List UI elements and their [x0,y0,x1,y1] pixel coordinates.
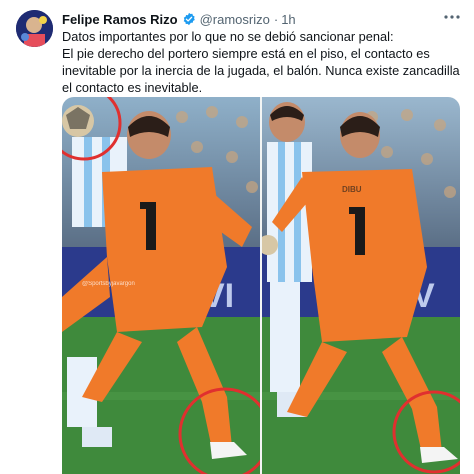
svg-text:DIBU: DIBU [342,185,362,194]
tweet-timestamp[interactable]: 1h [281,12,295,27]
author-handle[interactable]: @ramosrizo [200,12,270,27]
video-frame-right: V DIBU [262,97,460,474]
svg-text:@Sportsbyjavargon: @Sportsbyjavargon [82,281,135,287]
author-name[interactable]: Felipe Ramos Rizo [62,12,178,27]
tweet-text-line: El pie derecho del portero siempre está … [62,46,460,95]
tweet-header: Felipe Ramos Rizo @ramosrizo · 1h [62,10,296,28]
tweet-text: Datos importantes por lo que no se debió… [62,28,467,96]
more-options-icon[interactable] [442,8,462,26]
avatar[interactable] [16,10,53,47]
video-frame-left: VI @Sportsbyjavargon [62,97,261,474]
verified-badge-icon [182,12,196,26]
tweet-media[interactable]: VI @Sportsbyjavargon V DIBU [62,97,460,474]
separator-dot: · [273,11,279,27]
tweet-text-line: Datos importantes por lo que no se debió… [62,29,394,44]
